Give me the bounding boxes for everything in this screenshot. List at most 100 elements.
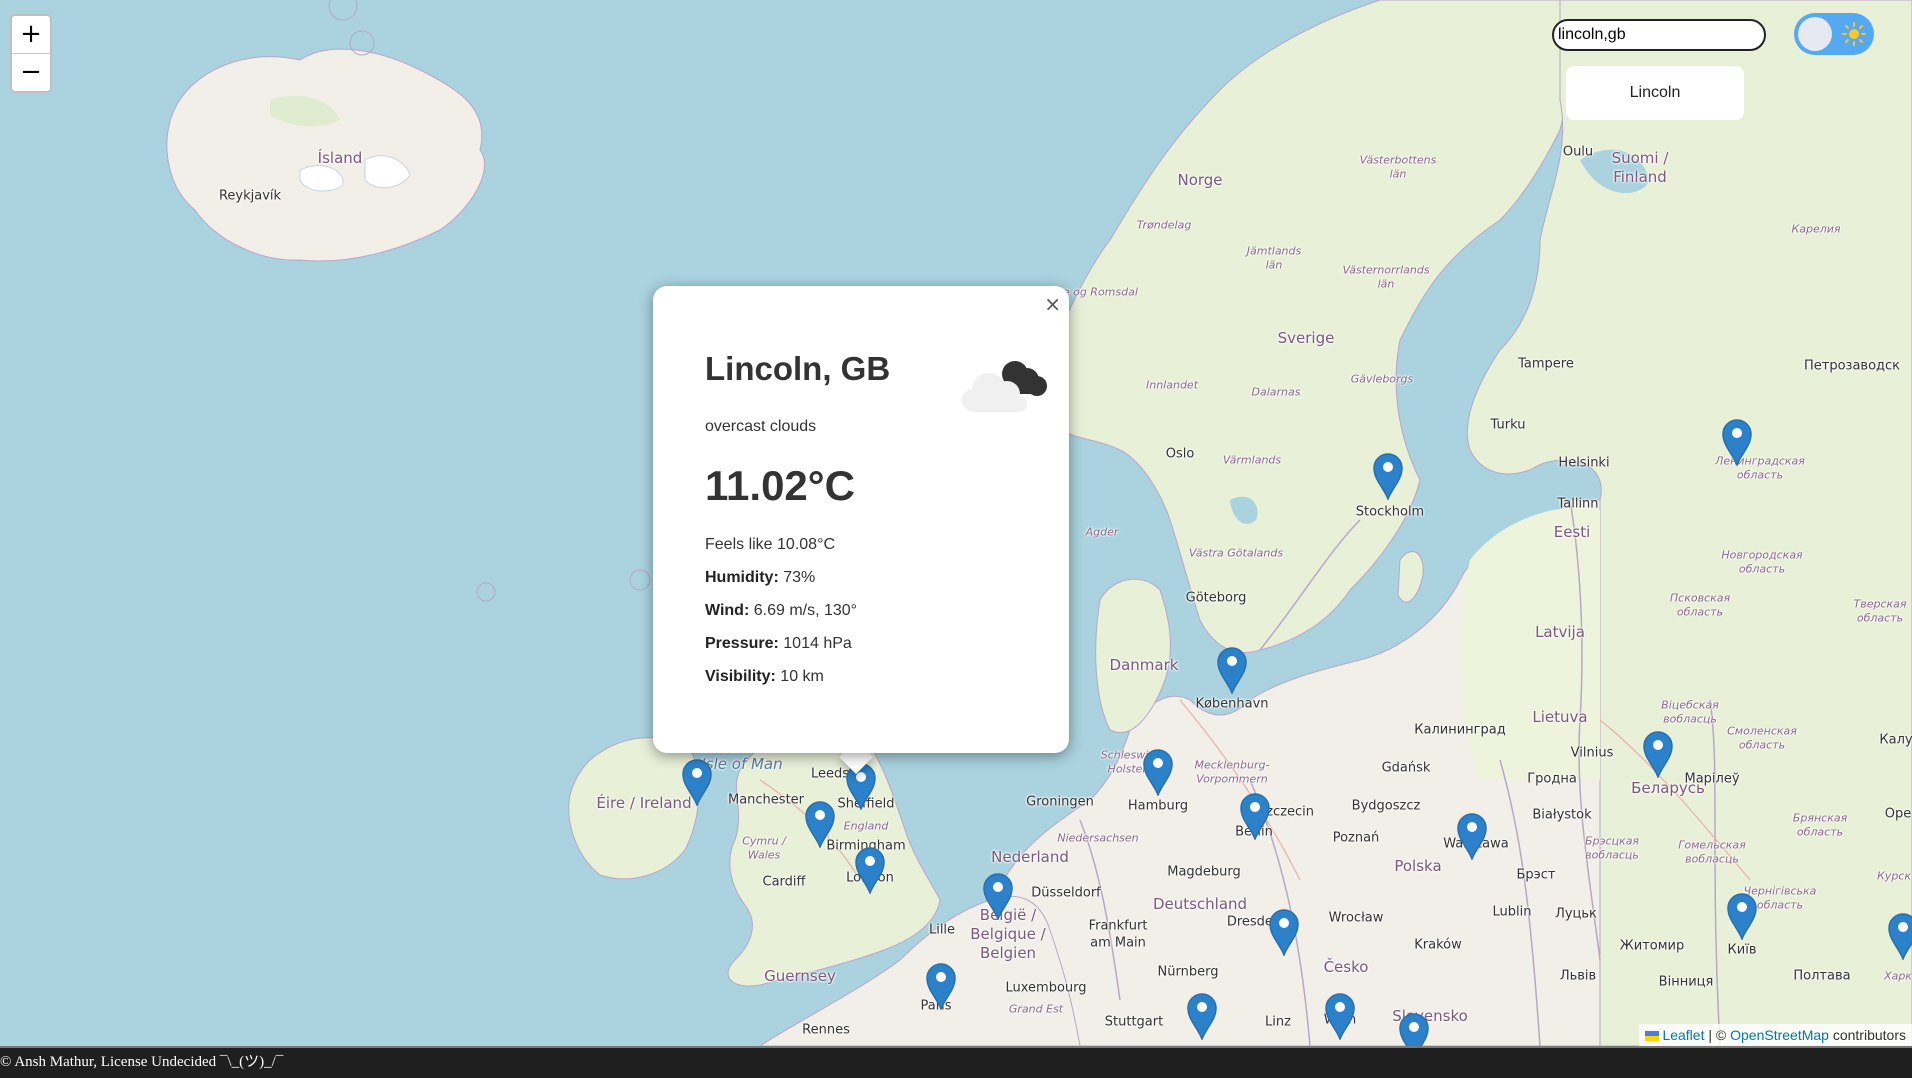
map-label-lietuva: Lietuva — [1532, 708, 1588, 726]
map-label-frankfurt: Frankfurt — [1088, 918, 1148, 934]
map-label-poltava: Полтава — [1793, 968, 1851, 984]
sun-icon — [1842, 22, 1866, 46]
zoom-out-button[interactable]: − — [12, 53, 50, 91]
toggle-knob[interactable] — [1798, 17, 1832, 51]
humidity-label: Humidity: — [705, 569, 779, 586]
map[interactable]: Ísland Reykjavík Norge Sverige Suomi / F… — [0, 0, 1912, 1046]
city-search-input[interactable] — [1552, 19, 1766, 51]
footer: © Ansh Mathur, License Undecided ¯\_(ツ)_… — [0, 1046, 1912, 1078]
map-label-vilnius: Vilnius — [1570, 745, 1614, 761]
map-label-latvija: Latvija — [1535, 623, 1585, 641]
map-marker-pin[interactable] — [804, 800, 836, 850]
map-label-pskov-oblast: область — [1676, 605, 1724, 619]
map-label-manchester: Manchester — [727, 792, 805, 808]
map-label-grand-est: Grand Est — [1008, 1002, 1064, 1016]
map-marker-pin[interactable] — [925, 962, 957, 1012]
theme-toggle[interactable] — [1794, 13, 1874, 55]
humidity-value: 73% — [783, 569, 816, 586]
map-label-island: Ísland — [317, 149, 363, 167]
map-label-stockholm: Stockholm — [1355, 504, 1425, 520]
map-marker-pin[interactable] — [1372, 452, 1404, 502]
map-label-wroclaw: Wrocław — [1328, 910, 1384, 926]
map-label-vorpommern: Vorpommern — [1196, 772, 1268, 786]
visibility-label: Visibility: — [705, 668, 776, 685]
map-label-zhytomyr: Житомир — [1619, 938, 1685, 954]
map-marker-pin[interactable] — [1726, 892, 1758, 942]
map-label-lille: Lille — [928, 922, 956, 938]
popup-close-button[interactable]: × — [1044, 292, 1061, 316]
map-label-pskov: Псковская — [1669, 591, 1731, 605]
map-label-belgien: Belgien — [979, 944, 1037, 962]
zoom-control: + − — [10, 14, 52, 93]
map-label-petrozavodsk: Петрозаводск — [1803, 358, 1901, 374]
humidity-row: Humidity: 73% — [705, 569, 1035, 587]
map-label-poznan: Poznań — [1332, 830, 1380, 846]
map-label-gomel-vobl: вобласць — [1685, 852, 1739, 866]
map-label-chernihiv-oblast: область — [1756, 898, 1804, 912]
map-label-jamtlands-lan: län — [1265, 258, 1283, 272]
map-marker-pin[interactable] — [1456, 812, 1488, 862]
map-label-marileu: Марілеў — [1684, 771, 1740, 787]
ukraine-flag-icon — [1645, 1031, 1660, 1041]
map-label-novgorod-oblast: область — [1738, 562, 1786, 576]
pressure-label: Pressure: — [705, 635, 779, 652]
attribution-contributors: contributors — [1832, 1027, 1906, 1043]
map-marker-pin[interactable] — [1887, 912, 1912, 962]
map-label-eire: Éire / Ireland — [596, 794, 692, 812]
map-label-niedersachsen: Niedersachsen — [1057, 831, 1139, 845]
map-label-cymru: Cymru / — [742, 834, 786, 848]
leaflet-link[interactable]: Leaflet — [1662, 1027, 1704, 1043]
map-label-nurnberg: Nürnberg — [1157, 964, 1219, 980]
map-label-tallinn: Tallinn — [1557, 496, 1599, 512]
map-marker-pin[interactable] — [1142, 748, 1174, 798]
map-label-belgique: Belgique / — [970, 925, 1046, 943]
map-label-kobenhavn: København — [1195, 696, 1269, 712]
map-label-vasterbotten: Västerbottens — [1359, 153, 1437, 167]
map-label-krakow: Kraków — [1414, 937, 1462, 953]
map-marker-pin[interactable] — [1398, 1012, 1430, 1046]
map-label-tver: Тверская — [1853, 597, 1907, 611]
map-label-ore: Оре — [1884, 806, 1912, 822]
map-marker-pin[interactable] — [845, 762, 877, 812]
map-marker-pin[interactable] — [1239, 792, 1271, 842]
map-label-nederland: Nederland — [991, 848, 1069, 866]
map-marker-pin[interactable] — [1324, 992, 1356, 1042]
map-marker-pin[interactable] — [1186, 992, 1218, 1042]
weather-conditions: overcast clouds — [705, 418, 817, 435]
feels-like: Feels like 10.08°C — [705, 536, 836, 553]
map-label-vitebsk: Віцебская — [1661, 698, 1719, 712]
map-label-sverige: Sverige — [1277, 329, 1335, 347]
map-label-brest-obl: Брэсцкая — [1584, 834, 1640, 848]
wind-row: Wind: 6.69 m/s, 130° — [705, 602, 1035, 620]
map-marker-pin[interactable] — [681, 758, 713, 808]
temperature: 11.02°C — [705, 462, 855, 509]
map-label-vasternorrlands-lan: län — [1377, 277, 1395, 291]
map-label-vasternorrlands: Västernorrlands — [1342, 263, 1430, 277]
map-label-mecklenburg: Mecklenburg- — [1194, 758, 1270, 772]
map-label-kaliningrad: Калининград — [1414, 722, 1506, 738]
map-marker-pin[interactable] — [1642, 730, 1674, 780]
attribution-separator: | © — [1708, 1027, 1727, 1043]
map-label-goteborg: Göteborg — [1185, 590, 1247, 606]
map-label-novgorod: Новгородская — [1721, 548, 1803, 562]
map-label-vitebsk-vobl: вобласць — [1663, 712, 1717, 726]
map-marker-pin[interactable] — [1721, 418, 1753, 468]
map-label-stuttgart: Stuttgart — [1104, 1014, 1164, 1030]
map-marker-pin[interactable] — [1216, 646, 1248, 696]
openstreetmap-link[interactable]: OpenStreetMap — [1730, 1027, 1829, 1043]
map-marker-pin[interactable] — [982, 872, 1014, 922]
map-label-helsinki: Helsinki — [1558, 455, 1610, 471]
map-label-dusseldorf: Düsseldorf — [1031, 885, 1101, 901]
map-label-kyiv: Київ — [1727, 942, 1757, 958]
suggestion-item[interactable]: Lincoln — [1566, 66, 1744, 120]
map-label-gdansk: Gdańsk — [1381, 760, 1431, 776]
visibility-row: Visibility: 10 km — [705, 668, 1035, 686]
zoom-in-button[interactable]: + — [12, 16, 50, 53]
pressure-row: Pressure: 1014 hPa — [705, 635, 1035, 653]
map-label-oulu: Oulu — [1562, 144, 1594, 160]
map-label-smolensk: Смоленская — [1727, 724, 1797, 738]
wind-value: 6.69 m/s, 130° — [753, 602, 858, 619]
map-marker-pin[interactable] — [854, 846, 886, 896]
map-marker-pin[interactable] — [1268, 908, 1300, 958]
map-label-smolensk-oblast: область — [1738, 738, 1786, 752]
